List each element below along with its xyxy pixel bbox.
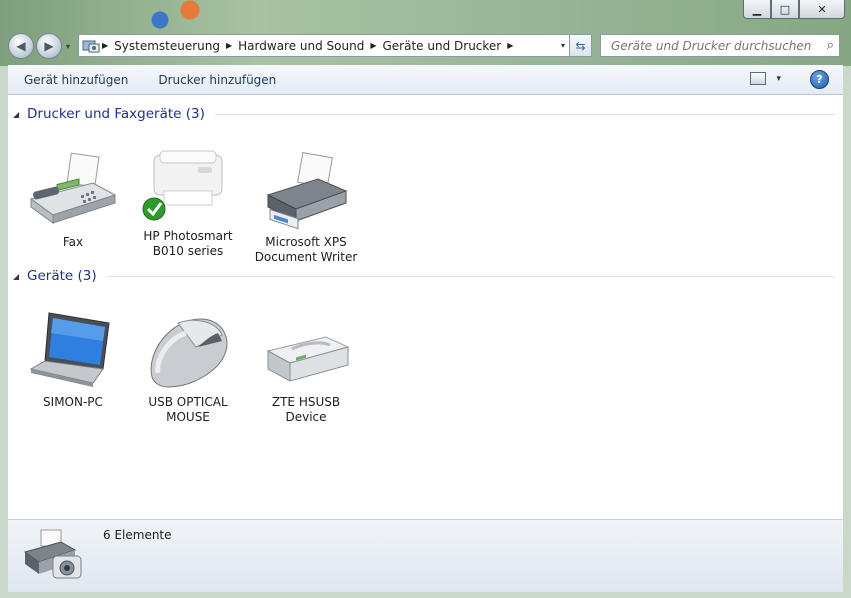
maximize-button[interactable]: □ xyxy=(771,0,799,19)
add-printer-button[interactable]: Drucker hinzufügen xyxy=(143,73,291,87)
devices-printers-icon xyxy=(23,528,85,584)
forward-button[interactable]: ▶ xyxy=(36,33,62,59)
breadcrumb-chevron-icon[interactable]: ▶ xyxy=(505,41,515,50)
group-header-printers[interactable]: ◢ Drucker und Faxgeräte (3) xyxy=(8,104,843,124)
device-list: ◢ Drucker und Faxgeräte (3) Fax HP Photo… xyxy=(8,95,843,519)
group-divider xyxy=(214,113,835,115)
collapse-icon[interactable]: ◢ xyxy=(13,272,23,281)
device-item-zte-hsusb[interactable]: ZTE HSUSB Device xyxy=(251,311,361,425)
chevron-down-icon: ▾ xyxy=(776,73,781,84)
refresh-button[interactable]: ⇆ xyxy=(569,34,592,57)
device-item-simon-pc[interactable]: SIMON-PC xyxy=(18,311,128,410)
help-button[interactable]: ? xyxy=(810,70,829,89)
device-label: USB OPTICAL MOUSE xyxy=(148,395,228,424)
device-item-fax[interactable]: Fax xyxy=(18,151,128,250)
recent-pages-dropdown[interactable]: ▾ xyxy=(66,42,70,51)
nav-buttons: ◀ ▶ ▾ xyxy=(8,33,70,59)
minimize-button[interactable]: ▁ xyxy=(743,0,771,19)
device-label: Fax xyxy=(62,235,84,249)
collapse-icon[interactable]: ◢ xyxy=(13,110,23,119)
search-icon[interactable]: ⌕ xyxy=(827,38,834,53)
device-item-microsoft-xps[interactable]: Microsoft XPS Document Writer xyxy=(251,151,361,265)
view-icon xyxy=(750,72,767,85)
printer-icon xyxy=(256,151,356,231)
address-dropdown-icon[interactable]: ▾ xyxy=(561,41,565,50)
device-label: ZTE HSUSB Device xyxy=(271,395,341,424)
group-header-devices[interactable]: ◢ Geräte (3) xyxy=(8,266,843,286)
add-device-button[interactable]: Gerät hinzufügen xyxy=(9,73,143,87)
item-count: 6 Elemente xyxy=(103,528,172,542)
breadcrumb-chevron-icon[interactable]: ▶ xyxy=(224,41,234,50)
device-label: HP Photosmart B010 series xyxy=(143,229,233,258)
control-panel-icon xyxy=(82,40,100,52)
explorer-window: ▁ □ ✕ ◀ ▶ ▾ ▶ Systemsteuerung ▶ Hardware… xyxy=(0,0,851,598)
printer-icon xyxy=(138,145,238,225)
details-pane: 6 Elemente xyxy=(8,519,843,592)
address-bar[interactable]: ▶ Systemsteuerung ▶ Hardware und Sound ▶… xyxy=(78,34,570,57)
search-input[interactable] xyxy=(609,37,823,54)
back-button[interactable]: ◀ xyxy=(8,33,34,59)
drive-icon xyxy=(256,311,356,391)
close-button[interactable]: ✕ xyxy=(799,0,845,19)
command-bar: Gerät hinzufügen Drucker hinzufügen ▾ ? xyxy=(8,65,843,95)
device-item-hp-photosmart[interactable]: HP Photosmart B010 series xyxy=(133,145,243,259)
device-label: SIMON-PC xyxy=(43,395,103,409)
group-divider xyxy=(106,275,835,277)
breadcrumb-chevron-icon[interactable]: ▶ xyxy=(100,41,110,50)
mouse-icon xyxy=(138,311,238,391)
window-controls: ▁ □ ✕ xyxy=(743,0,845,19)
change-view-button[interactable]: ▾ xyxy=(750,72,781,85)
breadcrumb-systemsteuerung[interactable]: Systemsteuerung xyxy=(110,39,224,53)
search-box[interactable]: ⌕ xyxy=(600,34,840,57)
group-title: Drucker und Faxgeräte (3) xyxy=(27,106,205,122)
group-title: Geräte (3) xyxy=(27,268,97,284)
breadcrumb-geraete-und-drucker[interactable]: Geräte und Drucker xyxy=(379,39,506,53)
device-item-usb-optical-mouse[interactable]: USB OPTICAL MOUSE xyxy=(133,311,243,425)
breadcrumb-chevron-icon[interactable]: ▶ xyxy=(368,41,378,50)
device-label: Microsoft XPS Document Writer xyxy=(254,235,358,264)
fax-icon xyxy=(23,151,123,231)
breadcrumb-hardware-und-sound[interactable]: Hardware und Sound xyxy=(234,39,368,53)
laptop-icon xyxy=(23,311,123,391)
